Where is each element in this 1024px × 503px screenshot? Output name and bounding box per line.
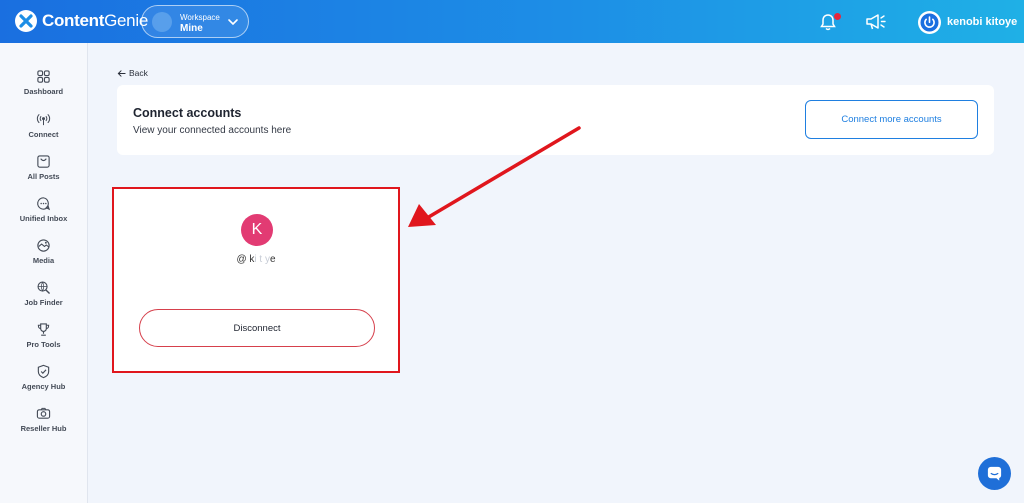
sidebar-item-reseller-hub[interactable]: Reseller Hub xyxy=(0,406,87,433)
inbox-tray-icon xyxy=(37,155,50,168)
logo[interactable]: ContentGenie xyxy=(14,8,148,34)
sidebar-item-agency-hub[interactable]: Agency Hub xyxy=(0,364,87,391)
user-avatar xyxy=(918,10,941,34)
account-handle: @ ki t ye xyxy=(236,254,276,265)
sidebar-item-label: Dashboard xyxy=(23,87,64,96)
workspace-name: Mine xyxy=(180,23,203,34)
sidebar-item-label: All Posts xyxy=(27,172,60,181)
sidebar-item-label: Job Finder xyxy=(24,298,63,307)
connected-account-card: K @ ki t ye Disconnect xyxy=(112,187,400,373)
account-avatar: K xyxy=(241,214,273,246)
arrow-left-icon xyxy=(117,69,126,77)
sidebar-item-job-finder[interactable]: Job Finder xyxy=(0,280,87,307)
sidebar-item-label: Pro Tools xyxy=(26,340,61,349)
workspace-caption: Workspace xyxy=(180,13,220,22)
workspace-avatar xyxy=(152,12,172,32)
trophy-icon xyxy=(37,323,50,336)
sidebar-item-label: Agency Hub xyxy=(21,382,66,391)
top-bar: ContentGenie Workspace Mine kenobi kitoy… xyxy=(0,0,1024,43)
back-link[interactable]: Back xyxy=(117,68,148,78)
back-label: Back xyxy=(129,68,148,78)
sidebar-item-all-posts[interactable]: All Posts xyxy=(0,154,87,181)
workspace-switcher[interactable]: Workspace Mine xyxy=(141,5,249,38)
sidebar: Dashboard Connect All Posts Unified Inbo… xyxy=(0,43,88,503)
disconnect-button[interactable]: Disconnect xyxy=(139,309,375,347)
megaphone-icon[interactable] xyxy=(864,11,888,33)
notification-badge xyxy=(834,13,841,20)
sidebar-item-pro-tools[interactable]: Pro Tools xyxy=(0,322,87,349)
sidebar-item-label: Unified Inbox xyxy=(19,214,68,223)
chat-bubble-icon xyxy=(37,197,51,211)
power-icon xyxy=(920,13,939,31)
sidebar-item-media[interactable]: Media xyxy=(0,238,87,265)
page-title: Connect accounts xyxy=(133,106,242,120)
sidebar-item-label: Media xyxy=(32,256,55,265)
sidebar-item-label: Reseller Hub xyxy=(20,424,67,433)
annotation-arrow xyxy=(408,126,581,227)
logo-mark-icon xyxy=(15,10,37,32)
sidebar-item-label: Connect xyxy=(28,130,59,139)
sidebar-item-dashboard[interactable]: Dashboard xyxy=(0,69,87,96)
search-globe-icon xyxy=(37,281,50,294)
camera-icon xyxy=(36,407,51,419)
grid-icon xyxy=(37,70,50,83)
chevron-down-icon xyxy=(228,19,238,26)
page-subtitle: View your connected accounts here xyxy=(133,125,292,136)
sidebar-item-unified-inbox[interactable]: Unified Inbox xyxy=(0,196,87,223)
sidebar-item-connect[interactable]: Connect xyxy=(0,112,87,139)
connect-more-accounts-button[interactable]: Connect more accounts xyxy=(805,100,978,139)
user-menu[interactable]: kenobi kitoye xyxy=(918,10,1017,34)
media-icon xyxy=(37,239,50,252)
chat-support-button[interactable] xyxy=(978,457,1011,490)
broadcast-icon xyxy=(36,113,51,126)
logo-text: ContentGenie xyxy=(42,11,148,30)
shield-check-icon xyxy=(37,364,50,379)
user-name: kenobi kitoye xyxy=(947,16,1018,28)
chat-icon xyxy=(987,466,1002,481)
